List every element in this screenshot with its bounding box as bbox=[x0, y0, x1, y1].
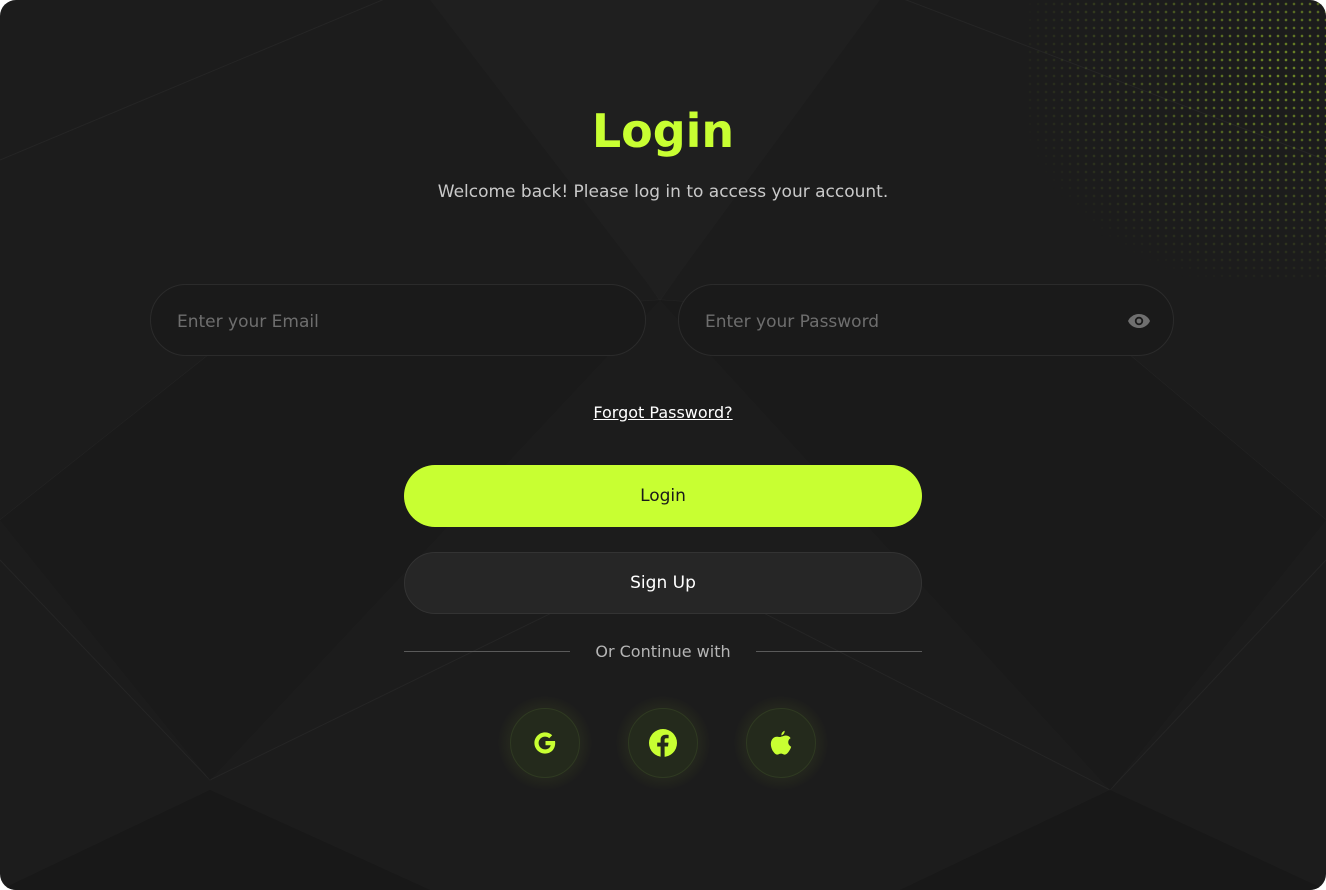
google-icon bbox=[534, 732, 556, 754]
forgot-password-row: Forgot Password? bbox=[0, 401, 1326, 425]
forgot-password-link[interactable]: Forgot Password? bbox=[593, 403, 732, 422]
password-field bbox=[678, 284, 1174, 359]
signup-button[interactable]: Sign Up bbox=[404, 552, 922, 614]
apple-icon bbox=[770, 730, 792, 755]
google-login-button[interactable] bbox=[498, 696, 592, 790]
page-subtitle: Welcome back! Please log in to access yo… bbox=[437, 182, 889, 202]
email-field bbox=[150, 284, 646, 359]
apple-login-button[interactable] bbox=[734, 696, 828, 790]
divider-label: Or Continue with bbox=[595, 642, 731, 661]
password-input[interactable] bbox=[703, 285, 1127, 359]
page-title: Login bbox=[591, 104, 735, 158]
email-input[interactable] bbox=[175, 285, 599, 359]
login-button[interactable]: Login bbox=[404, 465, 922, 527]
eye-icon[interactable] bbox=[1127, 310, 1151, 332]
divider-line-right bbox=[756, 651, 922, 652]
divider-line-left bbox=[404, 651, 570, 652]
facebook-login-button[interactable] bbox=[616, 696, 710, 790]
login-card: Login Welcome back! Please log in to acc… bbox=[0, 0, 1326, 890]
facebook-icon bbox=[649, 729, 677, 757]
